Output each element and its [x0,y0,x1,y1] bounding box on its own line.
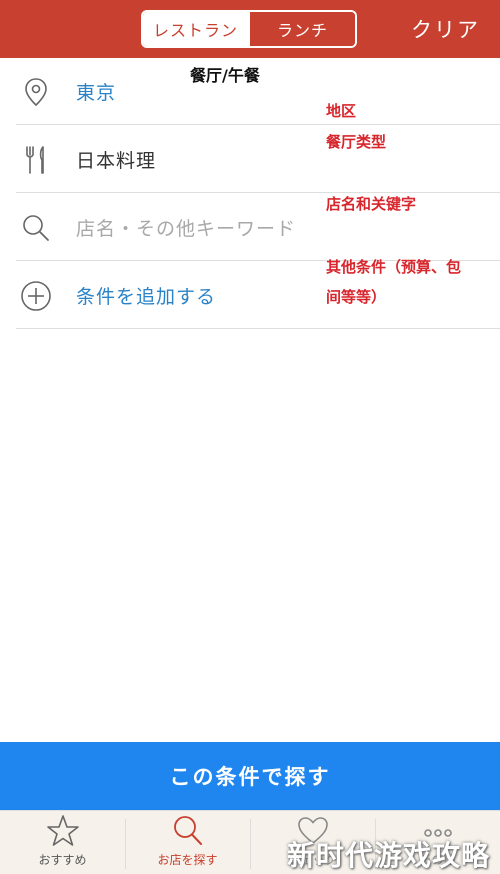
tab-recommend[interactable]: おすすめ [0,811,125,874]
location-pin-icon [25,78,47,107]
fork-knife-icon [26,146,44,174]
search-icon [173,816,202,845]
cuisine-value: 日本料理 [76,150,157,172]
tab-recommend-label: おすすめ [38,853,87,867]
annotation-cuisine: 餐厅类型 [326,133,387,151]
tab-restaurant[interactable]: レストラン [143,12,248,46]
search-button[interactable]: この条件で探す [0,742,500,810]
tab-find-store-label: お店を探す [157,853,218,867]
clear-button[interactable]: クリア [411,14,480,44]
app-header: レストラン ランチ クリア [0,0,500,58]
search-icon [23,215,49,241]
cuisine-row[interactable]: 日本料理 [16,126,500,193]
keyword-row[interactable]: 店名・その他キーワード [16,194,500,261]
area-value: 東京 [76,82,117,104]
annotation-restaurant-lunch: 餐厅/午餐 [190,66,260,85]
annotation-other-line2: 间等等） [326,288,387,306]
star-icon [46,815,79,846]
tab-lunch[interactable]: ランチ [248,12,355,46]
annotation-area: 地区 [326,102,357,120]
plus-circle-icon [21,281,51,311]
tab-find-store[interactable]: お店を探す [125,811,250,874]
segment-control: レストラン ランチ [141,10,357,48]
annotation-other-line1: 其他条件（预算、包 [326,258,462,276]
add-condition-label: 条件を追加する [76,286,217,308]
annotation-keyword: 店名和关键字 [326,195,417,213]
keyword-input[interactable]: 店名・その他キーワード [76,214,296,241]
watermark: 新时代游戏攻略 [286,839,490,872]
